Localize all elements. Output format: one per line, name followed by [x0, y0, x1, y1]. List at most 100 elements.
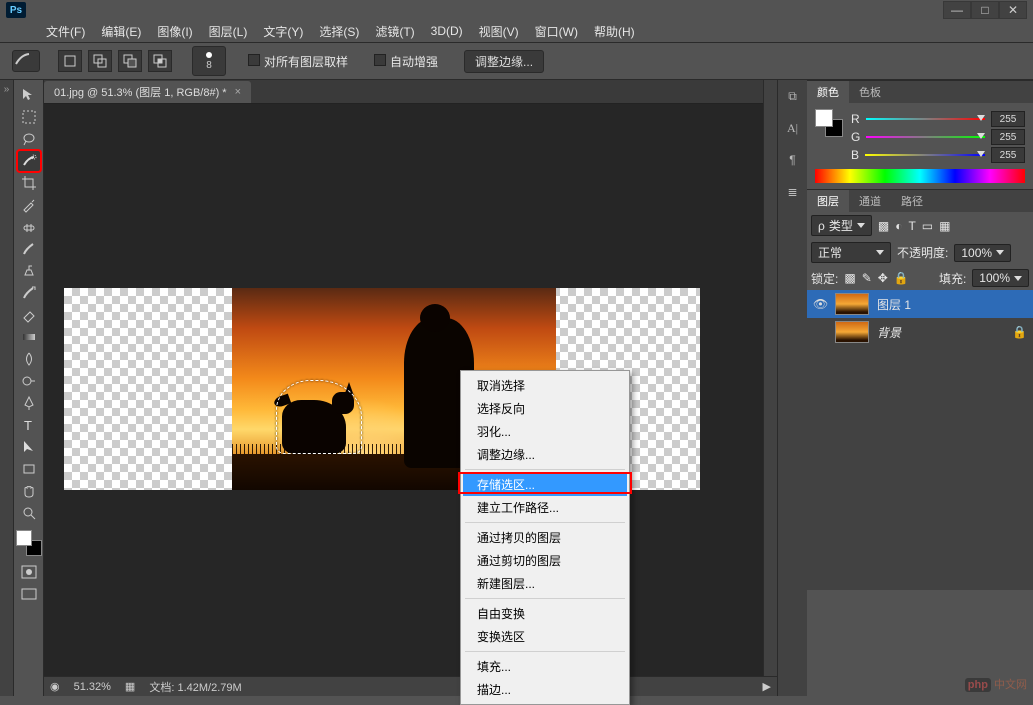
menu-layer[interactable]: 图层(L)	[201, 21, 256, 42]
panel-fgbg-swatch[interactable]	[815, 109, 843, 137]
menu-edit[interactable]: 编辑(E)	[93, 21, 149, 42]
type-tool[interactable]: T	[18, 415, 40, 435]
canvas-viewport[interactable]	[44, 104, 763, 696]
layer-item-layer1[interactable]: 👁 图层 1	[807, 290, 1033, 318]
crop-tool[interactable]	[18, 173, 40, 193]
clone-stamp-tool[interactable]	[18, 261, 40, 281]
fill-value[interactable]: 100%	[972, 269, 1029, 287]
dodge-tool[interactable]	[18, 371, 40, 391]
lock-all-icon[interactable]: 🔒	[894, 271, 909, 285]
zoom-level[interactable]: 51.32%	[74, 681, 111, 693]
filter-pixel-icon[interactable]: ▩	[878, 219, 889, 233]
layer-thumbnail[interactable]	[835, 321, 869, 343]
layer-name[interactable]: 图层 1	[877, 296, 911, 313]
ctx-make-work-path[interactable]: 建立工作路径...	[463, 496, 627, 519]
pen-tool[interactable]	[18, 393, 40, 413]
character-panel-icon[interactable]: A|	[783, 118, 803, 138]
lock-pixels-icon[interactable]: ✎	[862, 271, 872, 285]
tab-swatches[interactable]: 色板	[849, 81, 891, 103]
ctx-free-transform[interactable]: 自由变换	[463, 602, 627, 625]
brush-tool[interactable]	[18, 239, 40, 259]
left-collapse-strip[interactable]: »	[0, 80, 14, 696]
selection-new-button[interactable]	[58, 50, 82, 72]
status-view-icon[interactable]: ▦	[125, 680, 135, 693]
brush-preset-picker[interactable]: 8	[192, 46, 226, 76]
marquee-tool[interactable]	[18, 107, 40, 127]
window-close-button[interactable]: ✕	[999, 1, 1027, 19]
menu-image[interactable]: 图像(I)	[149, 21, 200, 42]
rectangle-tool[interactable]	[18, 459, 40, 479]
filter-type-icon[interactable]: T	[908, 219, 915, 233]
foreground-background-colors[interactable]	[16, 530, 42, 556]
history-brush-tool[interactable]	[18, 283, 40, 303]
filter-adjust-icon[interactable]: ◐	[895, 219, 902, 233]
menu-type[interactable]: 文字(Y)	[255, 21, 311, 42]
layer-thumbnail[interactable]	[835, 293, 869, 315]
blur-tool[interactable]	[18, 349, 40, 369]
document-tab-close-button[interactable]: ×	[235, 86, 241, 98]
opacity-value[interactable]: 100%	[954, 244, 1011, 262]
paragraph-panel-icon[interactable]: ¶	[783, 150, 803, 170]
g-value[interactable]: 255	[991, 129, 1025, 145]
ctx-select-inverse[interactable]: 选择反向	[463, 397, 627, 420]
zoom-tool[interactable]	[18, 503, 40, 523]
r-value[interactable]: 255	[991, 111, 1025, 127]
window-minimize-button[interactable]: —	[943, 1, 971, 19]
ctx-new-layer[interactable]: 新建图层...	[463, 572, 627, 595]
filter-smart-icon[interactable]: ▦	[939, 219, 950, 233]
sample-all-layers-checkbox[interactable]: 对所有图层取样	[248, 53, 348, 70]
tab-layers[interactable]: 图层	[807, 190, 849, 212]
ctx-layer-via-copy[interactable]: 通过拷贝的图层	[463, 526, 627, 549]
healing-brush-tool[interactable]	[18, 217, 40, 237]
tab-paths[interactable]: 路径	[891, 190, 933, 212]
eyedropper-tool[interactable]	[18, 195, 40, 215]
status-chevron-icon[interactable]: ▶	[763, 680, 771, 693]
menu-3d[interactable]: 3D(D)	[423, 22, 471, 40]
menu-file[interactable]: 文件(F)	[38, 21, 93, 42]
tab-color[interactable]: 颜色	[807, 81, 849, 103]
b-slider[interactable]	[865, 150, 985, 160]
ctx-save-selection[interactable]: 存储选区...	[463, 473, 627, 496]
move-tool[interactable]	[18, 85, 40, 105]
ctx-feather[interactable]: 羽化...	[463, 420, 627, 443]
layer-name[interactable]: 背景	[877, 324, 901, 341]
visibility-toggle-icon[interactable]: 👁	[813, 297, 827, 311]
lock-transparency-icon[interactable]: ▩	[844, 271, 855, 285]
r-slider[interactable]	[866, 114, 985, 124]
menu-filter[interactable]: 滤镜(T)	[367, 21, 422, 42]
ctx-fill[interactable]: 填充...	[463, 655, 627, 678]
selection-intersect-button[interactable]	[148, 50, 172, 72]
lasso-tool[interactable]	[18, 129, 40, 149]
hand-tool[interactable]	[18, 481, 40, 501]
window-maximize-button[interactable]: □	[971, 1, 999, 19]
quick-mask-toggle[interactable]	[18, 562, 40, 582]
refine-edge-button[interactable]: 调整边缘...	[464, 50, 544, 73]
ctx-layer-via-cut[interactable]: 通过剪切的图层	[463, 549, 627, 572]
properties-panel-icon[interactable]: ≣	[783, 182, 803, 202]
color-ramp[interactable]	[815, 169, 1025, 183]
selection-subtract-button[interactable]	[118, 50, 142, 72]
menu-view[interactable]: 视图(V)	[471, 21, 527, 42]
gradient-tool[interactable]	[18, 327, 40, 347]
eraser-tool[interactable]	[18, 305, 40, 325]
foreground-color-swatch[interactable]	[16, 530, 32, 546]
quick-selection-tool[interactable]	[18, 151, 40, 171]
menu-select[interactable]: 选择(S)	[311, 21, 367, 42]
layer-item-background[interactable]: 背景 🔒	[807, 318, 1033, 346]
menu-window[interactable]: 窗口(W)	[527, 21, 586, 42]
g-slider[interactable]	[866, 132, 985, 142]
tab-channels[interactable]: 通道	[849, 190, 891, 212]
screen-mode-button[interactable]	[18, 586, 40, 602]
auto-enhance-checkbox[interactable]: 自动增强	[374, 53, 438, 70]
blend-mode-dropdown[interactable]: 正常	[811, 242, 891, 263]
b-value[interactable]: 255	[991, 147, 1025, 163]
history-panel-icon[interactable]: ⧉	[783, 86, 803, 106]
ctx-deselect[interactable]: 取消选择	[463, 374, 627, 397]
ctx-transform-selection[interactable]: 变换选区	[463, 625, 627, 648]
document-tab[interactable]: 01.jpg @ 51.3% (图层 1, RGB/8#) * ×	[44, 81, 251, 103]
layer-filter-kind[interactable]: ρ 类型	[811, 215, 872, 236]
right-collapse-strip[interactable]	[763, 80, 777, 696]
ctx-refine-edge[interactable]: 调整边缘...	[463, 443, 627, 466]
doc-size[interactable]: 文档: 1.42M/2.79M	[149, 679, 241, 695]
menu-help[interactable]: 帮助(H)	[586, 21, 643, 42]
